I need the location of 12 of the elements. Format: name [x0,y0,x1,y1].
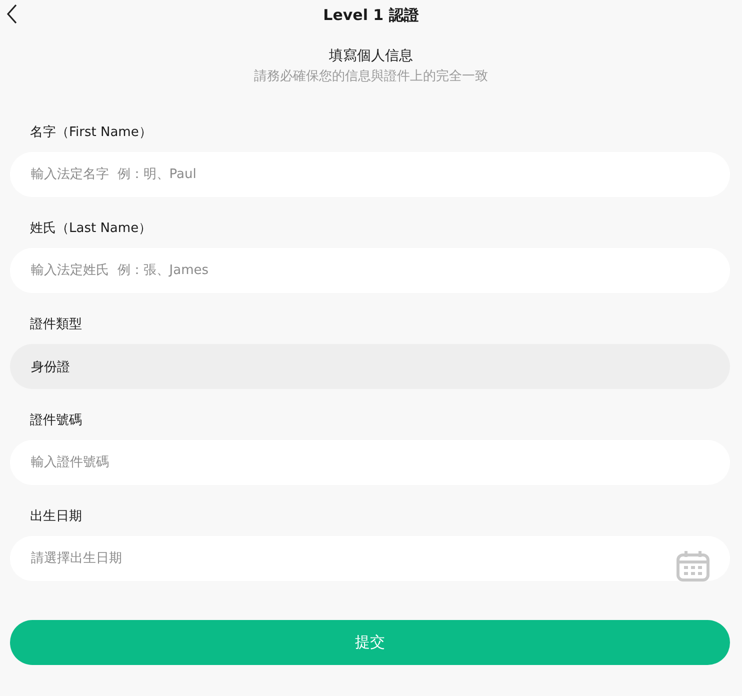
field-label: 出生日期 [30,508,83,526]
field-label: 證件號碼 [30,412,83,430]
field-label: 姓氏（Last Name） [30,220,153,238]
field-label: 名字（First Name） [30,124,153,142]
page-title: Level 1 認證 [323,6,419,24]
date-field[interactable]: 請選擇出生日期 [10,536,730,581]
section-subheading: 請務必確保您的信息與證件上的完全一致 [254,68,488,85]
input-field[interactable]: 輸入證件號碼 [10,440,730,485]
input-field[interactable]: 輸入法定名字 例：明、Paul [10,152,730,197]
section-heading: 填寫個人信息 [329,47,413,65]
field-label: 證件類型 [30,316,83,334]
input-field[interactable]: 輸入法定姓氏 例：張、James [10,248,730,293]
